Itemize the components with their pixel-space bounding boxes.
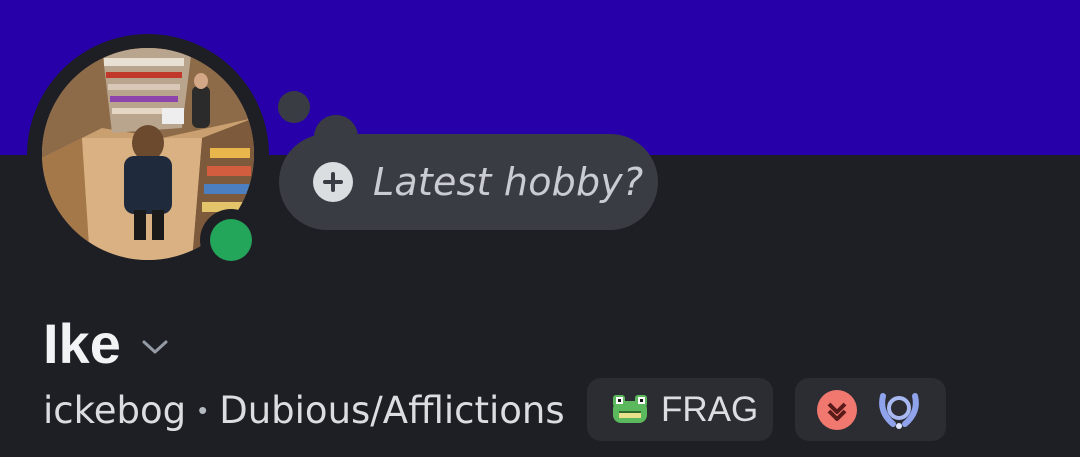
separator-dot: •	[198, 394, 208, 425]
online-status-icon	[210, 219, 252, 261]
display-name-row[interactable]: Ike	[43, 312, 169, 376]
display-name: Ike	[43, 312, 121, 375]
thought-bubble-dot-small	[278, 91, 310, 123]
username-row: ickebog • Dubious/Afflictions	[43, 378, 565, 442]
chevron-badge-glyph	[827, 402, 847, 421]
add-status-bubble[interactable]: Latest hobby?	[279, 134, 658, 230]
guild-tag[interactable]: FRAG	[587, 378, 773, 441]
plus-circle-icon	[313, 162, 353, 202]
guild-tag-label: FRAG	[661, 389, 759, 429]
laurel-badge-icon[interactable]	[875, 388, 923, 432]
status-placeholder: Latest hobby?	[373, 160, 644, 204]
chevron-down-icon[interactable]	[141, 338, 169, 356]
username: ickebog	[43, 388, 187, 432]
frog-icon	[613, 394, 647, 423]
badges-container	[795, 378, 946, 441]
chevron-badge-icon[interactable]	[817, 389, 857, 430]
pronouns: Dubious/Afflictions	[219, 388, 565, 432]
